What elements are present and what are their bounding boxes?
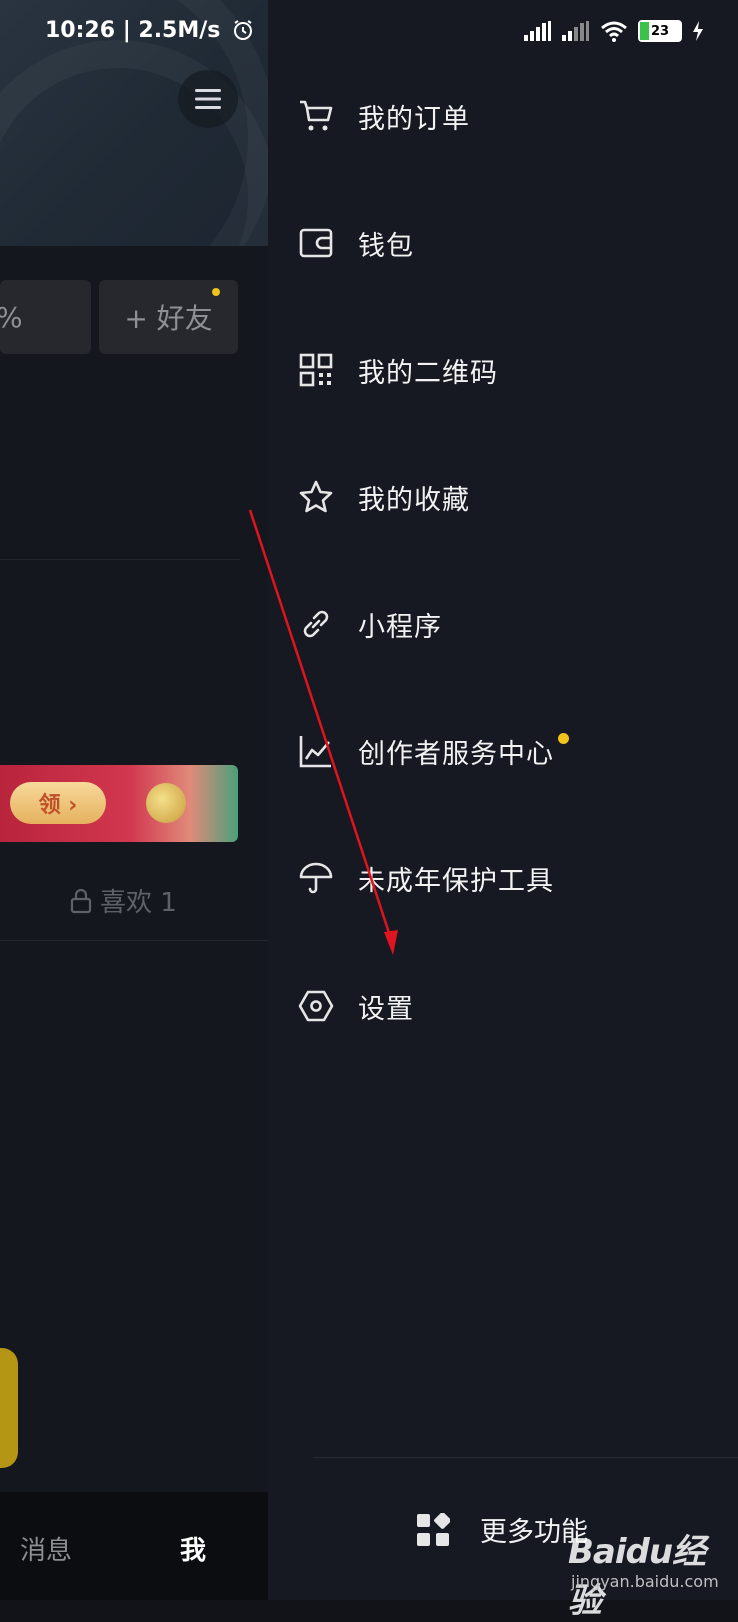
hamburger-icon — [195, 89, 221, 109]
status-time: 10:26 | 2.5M/s — [45, 18, 254, 43]
settings-hexagon-icon — [298, 988, 334, 1024]
qr-code-icon — [298, 352, 334, 388]
menu-item-6[interactable]: 创作者服务中心 — [298, 711, 718, 791]
likes-label: 喜欢 1 — [100, 888, 177, 918]
menu-item-3[interactable]: 我的二维码 — [298, 330, 718, 410]
alarm-icon — [234, 20, 253, 40]
likes-tab[interactable]: 喜欢 1 — [70, 882, 177, 919]
divider — [0, 559, 240, 560]
wallet-icon — [298, 225, 334, 261]
add-friend-button[interactable]: + 好友 — [99, 280, 238, 354]
chip-text: % — [0, 301, 23, 334]
divider — [0, 940, 268, 941]
menu-item-label: 我的二维码 — [358, 357, 498, 389]
star-icon — [298, 479, 334, 515]
watermark-url: jingyan.baidu.com — [571, 1572, 719, 1591]
battery-icon: 23 — [638, 20, 682, 42]
nav-me[interactable]: 我 — [180, 1530, 206, 1567]
grid-apps-icon — [417, 1512, 450, 1546]
hamburger-menu-button[interactable] — [178, 70, 238, 128]
menu-item-1[interactable]: 我的订单 — [298, 76, 718, 156]
menu-item-label: 我的收藏 — [358, 484, 470, 516]
promo-banner[interactable]: 领 › — [0, 765, 238, 842]
chart-icon — [298, 733, 334, 769]
floating-yellow-tab[interactable] — [0, 1348, 18, 1468]
charging-icon — [693, 21, 703, 41]
claim-button-label: 领 › — [38, 793, 78, 818]
menu-item-7[interactable]: 未成年保护工具 — [298, 838, 718, 918]
lock-icon — [70, 888, 92, 913]
status-bar: 10:26 | 2.5M/s 23 — [0, 0, 738, 66]
link-icon — [298, 606, 334, 642]
coin-icon — [146, 783, 186, 823]
nav-messages[interactable]: 消息 — [20, 1530, 72, 1567]
bottom-navigation: 消息 我 — [0, 1492, 268, 1600]
signal-icon — [524, 21, 551, 41]
menu-item-2[interactable]: 钱包 — [298, 203, 718, 283]
more-features-button[interactable]: 更多功能 — [416, 1510, 588, 1549]
menu-item-5[interactable]: 小程序 — [298, 584, 718, 664]
menu-item-label: 小程序 — [358, 611, 442, 643]
menu-item-label: 我的订单 — [358, 103, 470, 135]
menu-item-8[interactable]: 设置 — [298, 966, 718, 1046]
profile-page-dimmed: % + 好友 领 › 喜欢 1 消息 我 — [0, 0, 268, 1600]
status-indicators: 23 — [524, 20, 704, 42]
side-drawer: 我的订单钱包我的二维码我的收藏小程序创作者服务中心 未成年保护工具 设置 更多功能 — [268, 0, 738, 1600]
menu-item-4[interactable]: 我的收藏 — [298, 457, 718, 537]
menu-item-label: 创作者服务中心 — [358, 738, 554, 770]
add-friend-label: + 好友 — [124, 302, 213, 335]
umbrella-icon — [298, 860, 334, 896]
baidu-watermark: Baidu经验 jingyan.baidu.com — [568, 1500, 738, 1621]
signal-icon — [562, 21, 589, 41]
profile-stat-chip[interactable]: % — [0, 280, 91, 354]
cart-icon — [298, 98, 334, 134]
battery-level: 23 — [650, 23, 670, 39]
menu-item-label: 设置 — [358, 993, 414, 1025]
menu-item-label: 钱包 — [358, 230, 414, 262]
claim-button[interactable]: 领 › — [10, 782, 106, 824]
menu-item-label: 未成年保护工具 — [358, 865, 554, 897]
notification-dot — [558, 732, 569, 744]
wifi-icon — [601, 21, 627, 42]
time-speed-text: 10:26 | 2.5M/s — [45, 18, 221, 43]
divider — [313, 1457, 738, 1458]
notification-dot — [212, 288, 220, 296]
